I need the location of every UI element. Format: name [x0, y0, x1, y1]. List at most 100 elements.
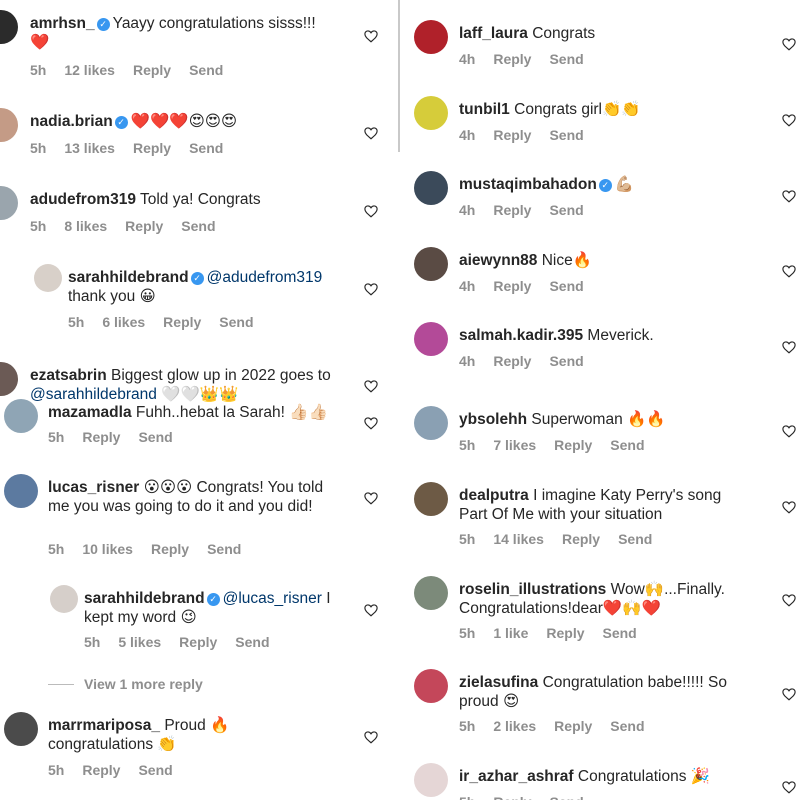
comment-username[interactable]: sarahhildebrand	[68, 269, 189, 286]
send-button[interactable]: Send	[549, 202, 583, 218]
comment-username[interactable]: lucas_risner	[48, 479, 139, 496]
comment-username[interactable]: laff_laura	[459, 25, 528, 42]
reply-button[interactable]: Reply	[554, 437, 592, 453]
comment-username[interactable]: mazamadla	[48, 404, 132, 421]
send-button[interactable]: Send	[610, 718, 644, 734]
reply-button[interactable]: Reply	[82, 762, 120, 778]
like-heart-icon[interactable]	[364, 205, 378, 218]
send-button[interactable]: Send	[138, 762, 172, 778]
comment-username[interactable]: salmah.kadir.395	[459, 327, 583, 344]
comment-username[interactable]: mustaqimbahadon	[459, 176, 597, 193]
likes-count[interactable]: 6 likes	[102, 314, 145, 330]
send-button[interactable]: Send	[549, 353, 583, 369]
reply-button[interactable]: Reply	[554, 718, 592, 734]
send-button[interactable]: Send	[549, 127, 583, 143]
comment-username[interactable]: sarahhildebrand	[84, 590, 205, 607]
mention-link[interactable]: @adudefrom319	[207, 269, 323, 286]
avatar[interactable]	[414, 20, 448, 54]
avatar[interactable]	[0, 10, 18, 44]
reply-button[interactable]: Reply	[493, 51, 531, 67]
reply-button[interactable]: Reply	[163, 314, 201, 330]
like-heart-icon[interactable]	[364, 604, 378, 617]
like-heart-icon[interactable]	[782, 114, 796, 127]
likes-count[interactable]: 12 likes	[64, 62, 115, 78]
comment-username[interactable]: dealputra	[459, 487, 529, 504]
view-more-replies-button[interactable]: View 1 more reply	[48, 676, 203, 692]
reply-button[interactable]: Reply	[179, 634, 217, 650]
comment-username[interactable]: nadia.brian	[30, 113, 113, 130]
send-button[interactable]: Send	[189, 140, 223, 156]
comment-username[interactable]: aiewynn88	[459, 252, 537, 269]
send-button[interactable]: Send	[138, 429, 172, 445]
avatar[interactable]	[4, 712, 38, 746]
likes-count[interactable]: 8 likes	[64, 218, 107, 234]
comment-username[interactable]: amrhsn_	[30, 15, 95, 32]
reply-button[interactable]: Reply	[493, 794, 531, 800]
like-heart-icon[interactable]	[782, 425, 796, 438]
reply-button[interactable]: Reply	[562, 531, 600, 547]
avatar[interactable]	[414, 669, 448, 703]
send-button[interactable]: Send	[603, 625, 637, 641]
avatar[interactable]	[0, 362, 18, 396]
reply-button[interactable]: Reply	[125, 218, 163, 234]
like-heart-icon[interactable]	[782, 265, 796, 278]
avatar[interactable]	[50, 585, 78, 613]
send-button[interactable]: Send	[549, 278, 583, 294]
avatar[interactable]	[414, 171, 448, 205]
send-button[interactable]: Send	[207, 541, 241, 557]
like-heart-icon[interactable]	[364, 127, 378, 140]
likes-count[interactable]: 14 likes	[493, 531, 544, 547]
comment-username[interactable]: zielasufina	[459, 674, 538, 691]
avatar[interactable]	[4, 474, 38, 508]
send-button[interactable]: Send	[610, 437, 644, 453]
avatar[interactable]	[414, 406, 448, 440]
avatar[interactable]	[4, 399, 38, 433]
comment-username[interactable]: tunbil1	[459, 101, 510, 118]
avatar[interactable]	[414, 247, 448, 281]
likes-count[interactable]: 13 likes	[64, 140, 115, 156]
reply-button[interactable]: Reply	[493, 202, 531, 218]
like-heart-icon[interactable]	[782, 594, 796, 607]
reply-button[interactable]: Reply	[133, 140, 171, 156]
avatar[interactable]	[414, 322, 448, 356]
likes-count[interactable]: 7 likes	[493, 437, 536, 453]
like-heart-icon[interactable]	[364, 417, 378, 430]
view-more-label[interactable]: View 1 more reply	[84, 676, 203, 692]
comment-username[interactable]: ir_azhar_ashraf	[459, 768, 574, 785]
reply-button[interactable]: Reply	[546, 625, 584, 641]
like-heart-icon[interactable]	[364, 283, 378, 296]
like-heart-icon[interactable]	[782, 190, 796, 203]
like-heart-icon[interactable]	[782, 781, 796, 794]
send-button[interactable]: Send	[235, 634, 269, 650]
like-heart-icon[interactable]	[364, 731, 378, 744]
likes-count[interactable]: 10 likes	[82, 541, 133, 557]
avatar[interactable]	[34, 264, 62, 292]
likes-count[interactable]: 2 likes	[493, 718, 536, 734]
mention-link[interactable]: @sarahhildebrand	[30, 386, 157, 403]
reply-button[interactable]: Reply	[151, 541, 189, 557]
comment-username[interactable]: ybsolehh	[459, 411, 527, 428]
reply-button[interactable]: Reply	[493, 353, 531, 369]
reply-button[interactable]: Reply	[493, 278, 531, 294]
like-heart-icon[interactable]	[364, 30, 378, 43]
avatar[interactable]	[0, 186, 18, 220]
avatar[interactable]	[414, 96, 448, 130]
avatar[interactable]	[414, 763, 448, 797]
comment-username[interactable]: adudefrom319	[30, 191, 136, 208]
reply-button[interactable]: Reply	[133, 62, 171, 78]
send-button[interactable]: Send	[549, 794, 583, 800]
comment-username[interactable]: marrmariposa_	[48, 717, 160, 734]
comment-username[interactable]: ezatsabrin	[30, 367, 107, 384]
like-heart-icon[interactable]	[364, 380, 378, 393]
send-button[interactable]: Send	[189, 62, 223, 78]
mention-link[interactable]: @lucas_risner	[223, 590, 322, 607]
send-button[interactable]: Send	[618, 531, 652, 547]
like-heart-icon[interactable]	[782, 38, 796, 51]
like-heart-icon[interactable]	[782, 501, 796, 514]
comment-username[interactable]: roselin_illustrations	[459, 581, 606, 598]
likes-count[interactable]: 1 like	[493, 625, 528, 641]
like-heart-icon[interactable]	[782, 341, 796, 354]
avatar[interactable]	[414, 482, 448, 516]
like-heart-icon[interactable]	[364, 492, 378, 505]
avatar[interactable]	[0, 108, 18, 142]
